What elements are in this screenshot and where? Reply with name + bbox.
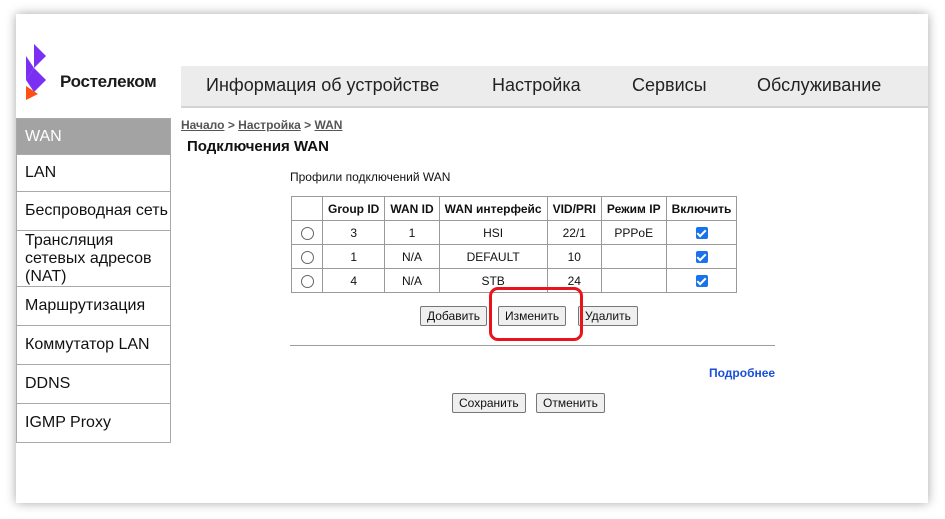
breadcrumb-home[interactable]: Начало	[181, 118, 224, 132]
row-select-cell	[291, 220, 323, 245]
table-row: 3 1 HSI 22/1 PPPoE	[291, 220, 738, 245]
nav-settings[interactable]: Настройка	[492, 75, 581, 96]
cell-vid-pri: 10	[546, 244, 602, 269]
sidebar-item-nat[interactable]: Трансляция сетевых адресов (NAT)	[16, 231, 171, 287]
column-header-enable: Включить	[665, 196, 738, 221]
column-header-vid-pri: VID/PRI	[546, 196, 602, 221]
cell-wan-interface: DEFAULT	[438, 244, 548, 269]
enable-checkbox[interactable]	[695, 227, 708, 240]
enable-checkbox[interactable]	[695, 275, 708, 288]
cancel-button[interactable]: Отменить	[536, 393, 605, 413]
rostelecom-logo-icon	[26, 44, 46, 100]
cell-enable	[665, 268, 738, 293]
sidebar-item-lan[interactable]: LAN	[16, 155, 171, 192]
nav-device-info[interactable]: Информация об устройстве	[206, 75, 439, 96]
column-header-ip-mode: Режим IP	[600, 196, 667, 221]
nav-maintenance[interactable]: Обслуживание	[757, 75, 881, 96]
wan-profiles-table: Group ID WAN ID WAN интерфейс VID/PRI Ре…	[291, 196, 738, 293]
section-label: Профили подключений WAN	[290, 170, 451, 184]
row-select-cell	[291, 244, 323, 269]
browser-frame: Ростелеком Информация об устройстве Наст…	[16, 14, 928, 503]
brand-logo[interactable]: Ростелеком	[24, 42, 184, 102]
column-header-wan-id: WAN ID	[384, 196, 440, 221]
cell-ip-mode	[600, 244, 667, 269]
row-select-radio[interactable]	[300, 226, 314, 240]
cell-enable	[665, 220, 738, 245]
breadcrumb-separator: >	[300, 118, 315, 132]
more-details-link[interactable]: Подробнее	[709, 366, 775, 380]
sidebar-item-ddns[interactable]: DDNS	[16, 365, 171, 404]
brand-name: Ростелеком	[60, 72, 157, 91]
breadcrumb-wan[interactable]: WAN	[314, 118, 342, 132]
sidebar-item-routing[interactable]: Маршрутизация	[16, 287, 171, 326]
cell-wan-id: N/A	[384, 268, 440, 293]
add-button[interactable]: Добавить	[420, 306, 488, 326]
save-button[interactable]: Сохранить	[452, 393, 526, 413]
sidebar: WAN LAN Беспроводная сеть Трансляция сет…	[16, 118, 171, 443]
column-header-wan-interface: WAN интерфейс	[438, 196, 548, 221]
enable-checkbox[interactable]	[695, 251, 708, 264]
column-header-select	[291, 196, 323, 221]
sidebar-item-wan[interactable]: WAN	[16, 118, 171, 155]
cell-wan-interface: HSI	[438, 220, 548, 245]
sidebar-item-igmp-proxy[interactable]: IGMP Proxy	[16, 404, 171, 443]
cell-wan-id: N/A	[384, 244, 440, 269]
breadcrumb-separator: >	[224, 118, 239, 132]
delete-button[interactable]: Удалить	[578, 306, 638, 326]
sidebar-item-wireless[interactable]: Беспроводная сеть	[16, 192, 171, 231]
column-header-group-id: Group ID	[321, 196, 386, 221]
divider	[290, 345, 775, 346]
cell-group-id: 1	[321, 244, 386, 269]
table-header-row: Group ID WAN ID WAN интерфейс VID/PRI Ре…	[291, 196, 738, 221]
breadcrumb: Начало > Настройка > WAN	[181, 118, 342, 132]
cell-vid-pri: 22/1	[546, 220, 602, 245]
nav-services[interactable]: Сервисы	[632, 75, 707, 96]
cell-group-id: 4	[321, 268, 386, 293]
cell-ip-mode	[600, 268, 667, 293]
page-title: Подключения WAN	[187, 138, 329, 155]
table-row: 1 N/A DEFAULT 10	[291, 244, 738, 269]
cell-group-id: 3	[321, 220, 386, 245]
row-select-cell	[291, 268, 323, 293]
top-navigation: Информация об устройстве Настройка Серви…	[181, 66, 928, 108]
cell-wan-id: 1	[384, 220, 440, 245]
cell-ip-mode: PPPoE	[600, 220, 667, 245]
cell-enable	[665, 244, 738, 269]
edit-button-highlight	[489, 287, 583, 341]
row-select-radio[interactable]	[300, 274, 314, 288]
breadcrumb-settings[interactable]: Настройка	[238, 118, 301, 132]
sidebar-item-lan-switch[interactable]: Коммутатор LAN	[16, 326, 171, 365]
row-select-radio[interactable]	[300, 250, 314, 264]
